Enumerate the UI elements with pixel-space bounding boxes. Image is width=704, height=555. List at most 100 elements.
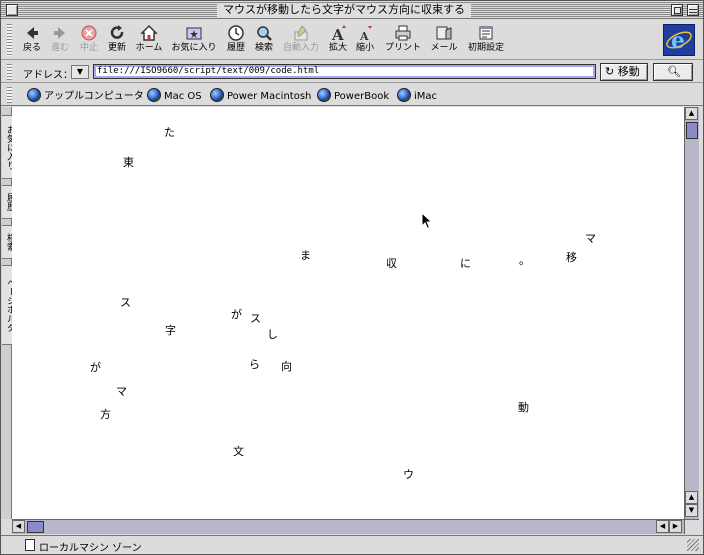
scattered-char: が (231, 308, 242, 321)
favorite-label: PowerBook (334, 91, 390, 102)
go-button[interactable]: ↻ 移動 (600, 63, 648, 81)
scroll-up-arrow-icon[interactable]: ▲ (685, 107, 698, 120)
favorite-mac-os[interactable]: Mac OS (147, 88, 202, 104)
stop-label: 中止 (79, 43, 98, 53)
favorites-label: お気に入り (171, 43, 217, 53)
scroll-left-arrow-icon[interactable]: ◀ (12, 520, 25, 533)
favorites-button[interactable]: お気に入り (170, 24, 218, 56)
forward-label: 進む (50, 43, 69, 53)
scroll-left-arrow-icon-right[interactable]: ◀ (656, 520, 669, 533)
favorites-bar: アップルコンピュータ Mac OS Power Macintosh PowerB… (1, 84, 703, 106)
toolbar: 戻る 進む 中止 更新 ホーム お気に入り 履歴 検索 自動入力 A 拡大 A … (1, 20, 703, 60)
mouse-pointer-icon (421, 212, 433, 230)
window-title: マウスが移動したら文字がマウス方向に収束する (217, 3, 471, 17)
favorite-label: iMac (414, 91, 438, 102)
refresh-button[interactable]: 更新 (104, 24, 130, 56)
home-icon (140, 24, 158, 41)
preferences-label: 初期設定 (467, 43, 504, 53)
page-content: た 東 ま 収 に 。 マ 移 ス 字 が ス し ら 向 が マ 方 動 文 … (12, 107, 684, 519)
scattered-char: 向 (281, 360, 292, 373)
scattered-char: に (460, 257, 471, 270)
go-label: 移動 (617, 65, 640, 78)
title-bar[interactable]: マウスが移動したら文字がマウス方向に収束する (1, 1, 703, 19)
address-input[interactable]: file:///ISO9660/script/text/009/code.htm… (93, 64, 596, 79)
scroll-down-arrow-icon[interactable]: ▼ (685, 504, 698, 517)
text-larger-label: 拡大 (328, 43, 347, 53)
address-bar: アドレス： ▼ file:///ISO9660/script/text/009/… (1, 61, 703, 83)
scroll-up-arrow-icon-bottom[interactable]: ▲ (685, 491, 698, 504)
back-arrow-icon (27, 27, 38, 39)
internet-explorer-logo: e (663, 24, 695, 56)
explorer-bar-tabs: お気に入り 履歴 検索 ページホルダ (1, 107, 18, 519)
scattered-char: ま (300, 249, 311, 262)
home-label: ホーム (135, 43, 163, 53)
scattered-char: が (90, 361, 101, 374)
search-icon (257, 26, 272, 41)
svg-text:e: e (671, 28, 685, 54)
favorite-power-macintosh[interactable]: Power Macintosh (210, 88, 311, 104)
status-bar: ローカルマシン ゾーン (1, 535, 703, 554)
browser-window: マウスが移動したら文字がマウス方向に収束する 戻る 進む 中止 更新 ホーム お… (0, 0, 704, 555)
scattered-char: 移 (566, 251, 577, 264)
globe-icon (210, 88, 224, 102)
preferences-button[interactable]: 初期設定 (466, 24, 506, 56)
scattered-char: し (267, 328, 278, 341)
favorite-label: Mac OS (164, 91, 202, 102)
home-button[interactable]: ホーム (132, 24, 166, 56)
svg-text:A: A (331, 26, 344, 42)
favorite-apple-computer[interactable]: アップルコンピュータ (27, 88, 144, 104)
address-grip[interactable] (7, 64, 12, 80)
vertical-scroll-thumb[interactable] (686, 122, 698, 139)
scattered-char: 東 (123, 156, 134, 169)
print-button[interactable]: プリント (384, 24, 422, 56)
history-label: 履歴 (226, 43, 245, 53)
horizontal-scroll-thumb[interactable] (27, 521, 44, 533)
magnifier-icon: 🔍︎ (667, 65, 681, 78)
autofill-button[interactable]: 自動入力 (281, 24, 321, 56)
favorite-label: Power Macintosh (227, 91, 312, 102)
search-button[interactable]: 検索 (252, 24, 276, 56)
refresh-icon (110, 25, 124, 39)
text-smaller-label: 縮小 (355, 43, 374, 53)
history-icon (228, 25, 244, 41)
toolbar-grip[interactable] (7, 24, 12, 56)
scattered-char: ス (120, 296, 131, 309)
text-larger-icon: A (331, 25, 346, 42)
favorite-imac[interactable]: iMac (397, 88, 437, 104)
favorite-powerbook[interactable]: PowerBook (317, 88, 389, 104)
autofill-label: 自動入力 (282, 43, 319, 53)
mail-icon (436, 26, 452, 40)
scattered-char: 文 (233, 445, 244, 458)
mail-button[interactable]: メール (429, 24, 459, 56)
horizontal-scrollbar[interactable]: ◀ ◀ ▶ (12, 519, 684, 534)
mail-label: メール (430, 43, 458, 53)
close-box-button[interactable] (6, 4, 18, 16)
address-search-button[interactable]: 🔍︎ (653, 63, 693, 81)
back-label: 戻る (22, 43, 41, 53)
favorite-label: アップルコンピュータ (44, 91, 144, 102)
text-smaller-button[interactable]: A 縮小 (354, 24, 376, 56)
text-larger-button[interactable]: A 拡大 (327, 24, 349, 56)
vertical-scrollbar[interactable]: ▲ ▲ ▼ (684, 107, 699, 519)
print-icon (395, 25, 411, 41)
print-label: プリント (384, 43, 421, 53)
collapse-box-button[interactable] (687, 4, 699, 16)
scattered-char: た (164, 126, 175, 139)
resize-grip-icon[interactable] (687, 539, 699, 551)
scattered-char: ら (249, 358, 260, 371)
zone-document-icon (25, 539, 35, 551)
stop-button[interactable]: 中止 (76, 24, 102, 56)
forward-button[interactable]: 進む (47, 24, 73, 56)
refresh-label: 更新 (107, 43, 126, 53)
scattered-char: ウ (403, 468, 414, 481)
scroll-right-arrow-icon[interactable]: ▶ (669, 520, 682, 533)
address-history-dropdown[interactable]: ▼ (71, 65, 89, 79)
scattered-char: ス (250, 312, 261, 325)
favorites-grip[interactable] (7, 87, 12, 103)
back-button[interactable]: 戻る (19, 24, 45, 56)
zoom-box-button[interactable] (671, 4, 683, 16)
history-button[interactable]: 履歴 (224, 24, 248, 56)
ie-e-icon: e (666, 28, 692, 54)
address-label: アドレス： (23, 70, 73, 81)
chevron-down-icon: ▼ (76, 67, 84, 76)
